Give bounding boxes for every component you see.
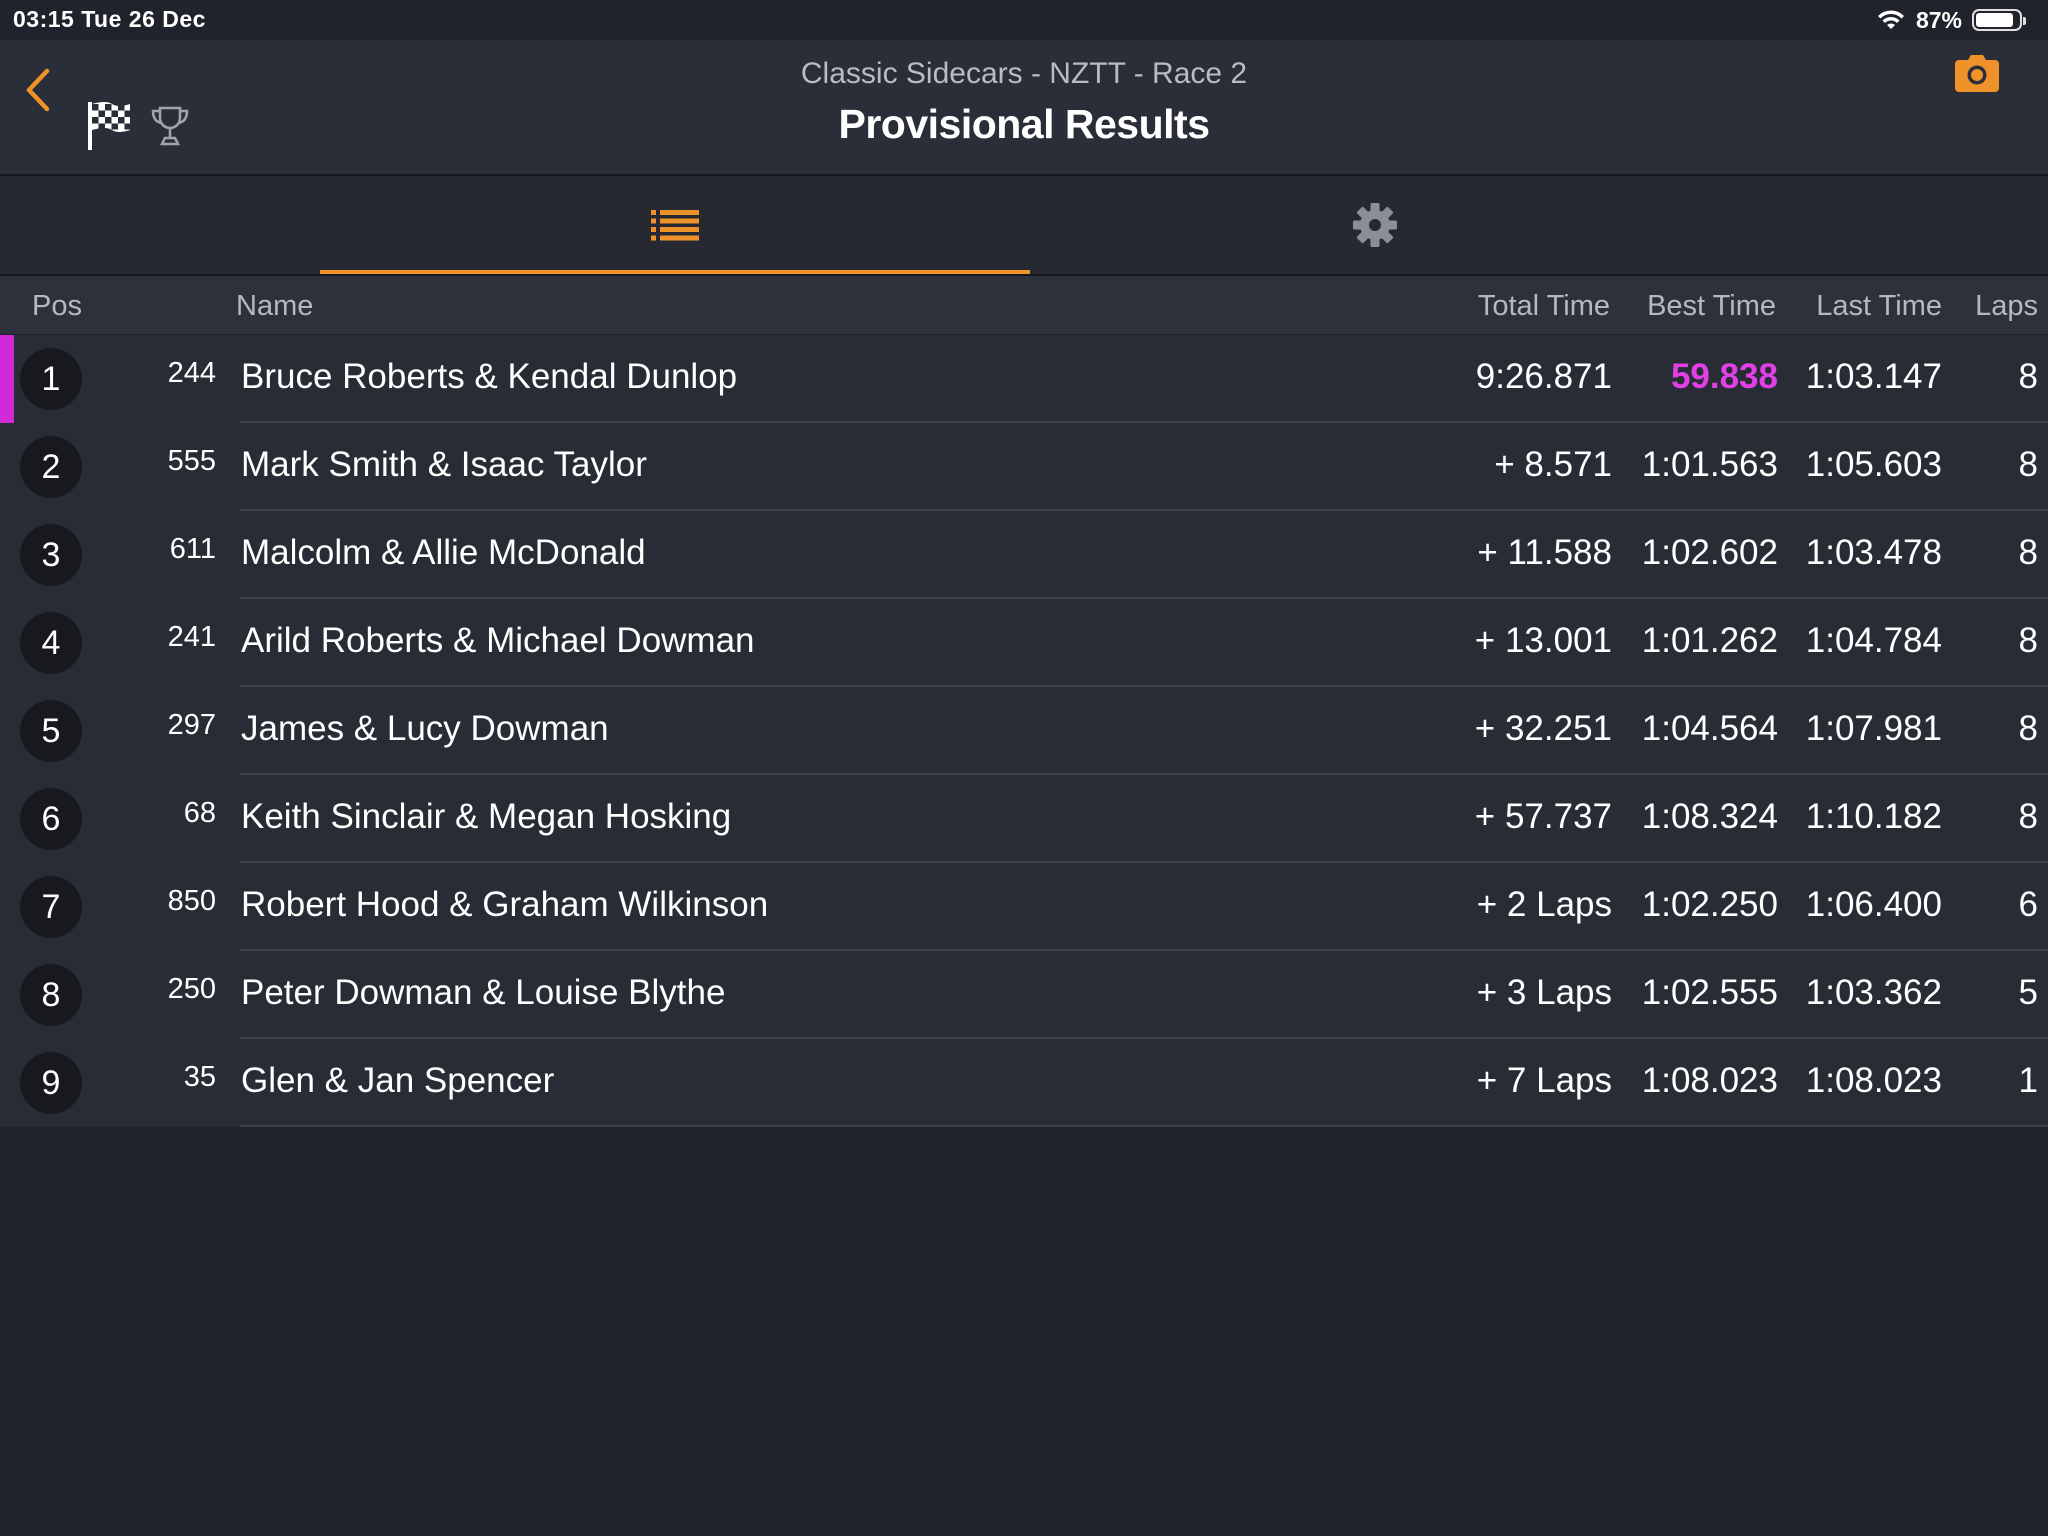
laps: 8 <box>2018 709 2038 748</box>
race-subtitle: Classic Sidecars - NZTT - Race 2 <box>800 57 1248 90</box>
race-number: 35 <box>183 1061 216 1093</box>
position-badge: 2 <box>20 436 82 498</box>
table-row[interactable]: 6 68 Keith Sinclair & Megan Hosking + 57… <box>0 775 2048 863</box>
table-row[interactable]: 3 611 Malcolm & Allie McDonald + 11.588 … <box>0 511 2048 599</box>
race-number: 297 <box>167 709 216 741</box>
laps: 8 <box>2018 357 2038 396</box>
race-number: 850 <box>167 885 216 917</box>
tab-results-list[interactable] <box>320 176 1030 274</box>
position-badge: 1 <box>20 348 82 410</box>
col-last-time: Last Time <box>1816 290 1942 322</box>
rider-names: Mark Smith & Isaac Taylor <box>241 445 647 484</box>
best-time: 1:01.563 <box>1641 445 1778 484</box>
battery-icon <box>1972 9 2026 31</box>
laps: 8 <box>2018 797 2038 836</box>
best-time: 1:02.555 <box>1641 973 1778 1012</box>
view-tabs <box>0 176 2048 276</box>
wifi-icon <box>1877 10 1904 29</box>
col-laps: Laps <box>1975 290 2038 322</box>
status-indicators: 87% <box>1876 5 2026 35</box>
battery-level <box>1976 13 2013 27</box>
table-row[interactable]: 2 555 Mark Smith & Isaac Taylor + 8.571 … <box>0 423 2048 511</box>
race-number: 250 <box>167 973 216 1005</box>
col-best-time: Best Time <box>1647 290 1776 322</box>
race-number: 555 <box>167 445 216 477</box>
total-time: + 57.737 <box>1474 797 1612 836</box>
position-badge: 5 <box>20 700 82 762</box>
last-time: 1:05.603 <box>1805 445 1942 484</box>
page-title: Provisional Results <box>838 101 1210 147</box>
best-time: 1:01.262 <box>1641 621 1778 660</box>
rider-names: Bruce Roberts & Kendal Dunlop <box>241 357 738 396</box>
laps: 5 <box>2018 973 2038 1012</box>
tab-settings[interactable] <box>1030 176 1720 274</box>
table-row[interactable]: 1 244 Bruce Roberts & Kendal Dunlop 9:26… <box>0 335 2048 423</box>
race-number: 611 <box>169 533 216 565</box>
table-row[interactable]: 4 241 Arild Roberts & Michael Dowman + 1… <box>0 599 2048 687</box>
last-time: 1:03.147 <box>1805 357 1942 396</box>
status-bar: 03:15 Tue 26 Dec 87% <box>0 0 2048 40</box>
rider-names: Malcolm & Allie McDonald <box>241 533 646 572</box>
rider-names: Keith Sinclair & Megan Hosking <box>241 797 732 836</box>
best-time: 1:02.602 <box>1641 533 1778 572</box>
col-name: Name <box>236 290 314 322</box>
table-row[interactable]: 9 35 Glen & Jan Spencer + 7 Laps 1:08.02… <box>0 1039 2048 1127</box>
battery-percent: 87% <box>1915 6 1962 33</box>
last-time: 1:08.023 <box>1805 1061 1942 1100</box>
laps: 8 <box>2018 533 2038 572</box>
total-time: + 32.251 <box>1474 709 1612 748</box>
total-time: + 11.588 <box>1477 533 1612 572</box>
laps: 1 <box>2018 1061 2038 1100</box>
rider-names: Peter Dowman & Louise Blythe <box>241 973 726 1012</box>
rider-names: Arild Roberts & Michael Dowman <box>241 621 755 660</box>
results-header: Classic Sidecars - NZTT - Race 2 Provisi… <box>0 40 2048 176</box>
laps: 8 <box>2018 445 2038 484</box>
position-badge: 4 <box>20 612 82 674</box>
last-time: 1:04.784 <box>1805 621 1942 660</box>
col-pos: Pos <box>32 290 82 322</box>
last-time: 1:03.478 <box>1805 533 1942 572</box>
total-time: + 7 Laps <box>1476 1061 1612 1100</box>
last-time: 1:10.182 <box>1805 797 1942 836</box>
race-number: 68 <box>183 797 216 829</box>
total-time: + 2 Laps <box>1476 885 1612 924</box>
last-time: 1:06.400 <box>1805 885 1942 924</box>
results-table: 1 244 Bruce Roberts & Kendal Dunlop 9:26… <box>0 335 2048 1127</box>
table-header: Pos Name Total Time Best Time Last Time … <box>0 276 2048 334</box>
race-number: 244 <box>167 357 216 389</box>
laps: 6 <box>2018 885 2038 924</box>
rider-names: Robert Hood & Graham Wilkinson <box>241 885 769 924</box>
gear-icon <box>1353 203 1397 247</box>
position-badge: 7 <box>20 876 82 938</box>
total-time: + 3 Laps <box>1476 973 1612 1012</box>
laps: 8 <box>2018 621 2038 660</box>
position-badge: 6 <box>20 788 82 850</box>
last-time: 1:03.362 <box>1805 973 1942 1012</box>
best-time: 59.838 <box>1670 357 1778 396</box>
best-time: 1:08.324 <box>1641 797 1778 836</box>
table-row[interactable]: 7 850 Robert Hood & Graham Wilkinson + 2… <box>0 863 2048 951</box>
total-time: + 13.001 <box>1474 621 1612 660</box>
table-row[interactable]: 5 297 James & Lucy Dowman + 32.251 1:04.… <box>0 687 2048 775</box>
col-total-time: Total Time <box>1477 290 1610 322</box>
camera-icon[interactable] <box>1954 52 2000 94</box>
position-badge: 8 <box>20 964 82 1026</box>
list-icon <box>651 210 699 241</box>
best-time: 1:08.023 <box>1641 1061 1778 1100</box>
best-time: 1:02.250 <box>1641 885 1778 924</box>
rider-names: James & Lucy Dowman <box>241 709 609 748</box>
position-badge: 9 <box>20 1052 82 1114</box>
status-time: 03:15 Tue 26 Dec <box>13 6 206 32</box>
total-time: 9:26.871 <box>1475 357 1612 396</box>
total-time: + 8.571 <box>1494 445 1612 484</box>
position-badge: 3 <box>20 524 82 586</box>
table-row[interactable]: 8 250 Peter Dowman & Louise Blythe + 3 L… <box>0 951 2048 1039</box>
best-time: 1:04.564 <box>1641 709 1778 748</box>
race-number: 241 <box>167 621 216 653</box>
rider-names: Glen & Jan Spencer <box>241 1061 555 1100</box>
last-time: 1:07.981 <box>1805 709 1942 748</box>
